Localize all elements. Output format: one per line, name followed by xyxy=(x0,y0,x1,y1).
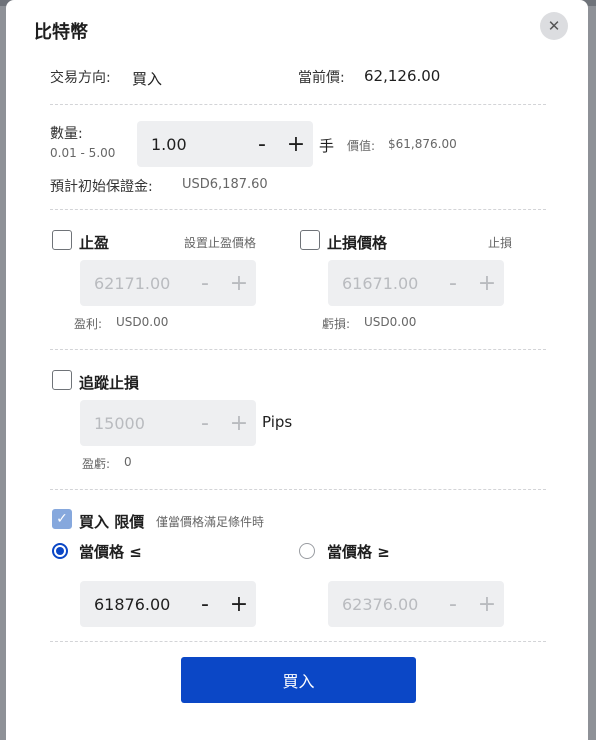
price-ge-label: 當價格 ≥ xyxy=(327,543,390,561)
take-profit-hint: 設置止盈價格 xyxy=(184,236,257,250)
take-profit-label: 止盈 xyxy=(79,234,110,252)
pnl-value: 0 xyxy=(124,455,132,469)
trailing-stop-value[interactable]: 15000 xyxy=(80,414,188,433)
divider xyxy=(50,349,546,350)
buy-button[interactable]: 買入 xyxy=(181,657,416,703)
profit-value: USD0.00 xyxy=(116,315,169,329)
trailing-stop-minus-button[interactable]: - xyxy=(188,411,222,436)
take-profit-checkbox[interactable] xyxy=(52,230,72,250)
price-le-radio[interactable] xyxy=(52,543,68,559)
close-icon: ✕ xyxy=(547,17,561,35)
divider xyxy=(50,641,546,642)
trailing-stop-plus-button[interactable]: + xyxy=(222,411,256,436)
divider xyxy=(50,209,546,210)
close-button[interactable]: ✕ xyxy=(540,12,568,40)
quantity-value[interactable]: 1.00 xyxy=(137,135,245,154)
check-icon: ✓ xyxy=(56,511,68,527)
quantity-stepper: 1.00 - + xyxy=(137,121,313,167)
divider xyxy=(50,104,546,105)
take-profit-minus-button[interactable]: - xyxy=(188,271,222,296)
margin-label: 預計初始保證金: xyxy=(50,179,153,195)
trailing-stop-checkbox[interactable] xyxy=(52,370,72,390)
divider xyxy=(50,489,546,490)
loss-label: 虧損: xyxy=(322,317,351,331)
limit-le-value[interactable]: 61876.00 xyxy=(80,595,188,614)
limit-order-label: 買入 限價 xyxy=(79,513,145,531)
limit-ge-stepper: 62376.00 - + xyxy=(328,581,504,627)
price-ge-radio[interactable] xyxy=(299,543,315,559)
stop-loss-stepper: 61671.00 - + xyxy=(328,260,504,306)
direction-value: 買入 xyxy=(132,70,163,88)
limit-le-plus-button[interactable]: + xyxy=(222,592,256,617)
take-profit-value[interactable]: 62171.00 xyxy=(80,274,188,293)
trailing-stop-label: 追蹤止損 xyxy=(79,374,140,392)
stop-loss-plus-button[interactable]: + xyxy=(470,271,504,296)
quantity-unit: 手 xyxy=(319,137,335,155)
quantity-range: 0.01 - 5.00 xyxy=(50,146,116,160)
limit-le-minus-button[interactable]: - xyxy=(188,592,222,617)
quantity-plus-button[interactable]: + xyxy=(279,132,313,157)
stop-loss-hint: 止損 xyxy=(488,236,513,250)
current-price-label: 當前價: xyxy=(298,70,345,86)
price-le-label: 當價格 ≤ xyxy=(79,543,142,561)
limit-order-checkbox[interactable]: ✓ xyxy=(52,509,72,529)
loss-value: USD0.00 xyxy=(364,315,417,329)
stop-loss-label: 止損價格 xyxy=(327,234,388,252)
radio-dot xyxy=(56,547,64,555)
profit-label: 盈利: xyxy=(74,317,103,331)
stop-loss-value[interactable]: 61671.00 xyxy=(328,274,436,293)
take-profit-stepper: 62171.00 - + xyxy=(80,260,256,306)
margin-value: USD6,187.60 xyxy=(182,177,268,192)
order-dialog: 比特幣 ✕ 交易方向: 買入 當前價: 62,126.00 數量: 0.01 -… xyxy=(6,0,588,740)
dialog-title: 比特幣 xyxy=(34,22,88,43)
limit-order-hint: 僅當價格滿足條件時 xyxy=(156,515,265,529)
direction-label: 交易方向: xyxy=(50,70,111,86)
trailing-stop-stepper: 15000 - + xyxy=(80,400,256,446)
limit-le-stepper: 61876.00 - + xyxy=(80,581,256,627)
current-price-value: 62,126.00 xyxy=(364,67,441,85)
quantity-worth-value: $61,876.00 xyxy=(388,137,457,151)
trailing-stop-unit: Pips xyxy=(262,413,293,431)
pnl-label: 盈虧: xyxy=(82,457,111,471)
take-profit-plus-button[interactable]: + xyxy=(222,271,256,296)
limit-ge-value[interactable]: 62376.00 xyxy=(328,595,436,614)
quantity-worth-label: 價值: xyxy=(347,139,376,153)
stop-loss-checkbox[interactable] xyxy=(300,230,320,250)
limit-ge-plus-button[interactable]: + xyxy=(470,592,504,617)
limit-ge-minus-button[interactable]: - xyxy=(436,592,470,617)
quantity-minus-button[interactable]: - xyxy=(245,132,279,157)
stop-loss-minus-button[interactable]: - xyxy=(436,271,470,296)
quantity-label: 數量: xyxy=(50,126,83,142)
